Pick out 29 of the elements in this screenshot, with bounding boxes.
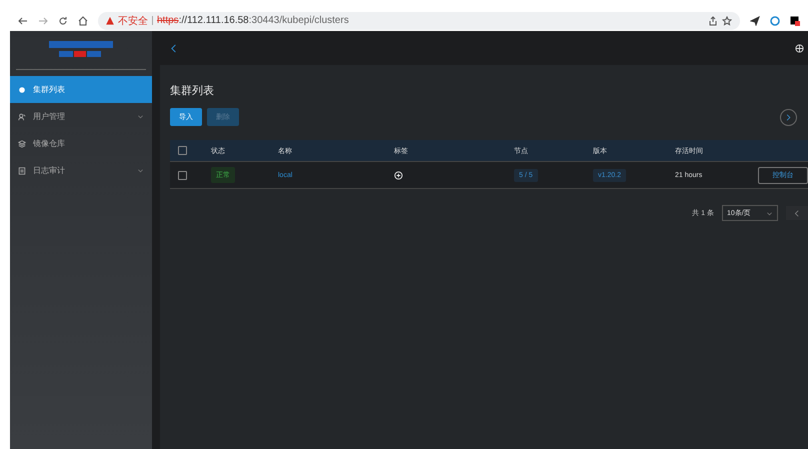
home-icon: [78, 16, 88, 26]
reload-icon: [58, 16, 68, 26]
warning-icon: [106, 16, 114, 24]
sidebar-item[interactable]: 集群列表: [10, 76, 152, 103]
search-toggle-button[interactable]: [780, 108, 797, 126]
share-icon: [708, 16, 718, 26]
stack-icon: [18, 140, 26, 148]
globe-icon: [795, 44, 804, 52]
chevron-right-icon: [785, 114, 792, 120]
chevron-left-icon: [794, 210, 800, 216]
address-bar[interactable]: 不安全 https://112.111.16.58:30443/kubepi/clusters: [98, 12, 740, 30]
chevron-down-icon: [137, 167, 144, 174]
chevron-down-icon: [766, 210, 773, 216]
add-circle-icon: [394, 170, 403, 180]
row-checkbox[interactable]: [178, 170, 187, 180]
url-text: https://112.111.16.58:30443/kubepi/clusters: [157, 15, 349, 26]
forward-arrow-icon: [38, 16, 48, 26]
back-arrow-icon: [18, 16, 28, 26]
star-icon: [722, 16, 732, 26]
security-warning: 不安全: [118, 14, 148, 28]
select-all-checkbox[interactable]: [178, 146, 187, 155]
send-icon: [750, 16, 760, 26]
chevron-down-icon: [137, 113, 144, 120]
document-icon: [18, 166, 26, 174]
page-title: 集群列表: [170, 84, 215, 98]
sidebar-item[interactable]: 镜像仓库: [10, 130, 152, 157]
users-icon: [18, 112, 26, 120]
sidebar-item[interactable]: 用户管理: [10, 103, 152, 130]
sidebar-item[interactable]: 日志审计: [10, 157, 152, 184]
